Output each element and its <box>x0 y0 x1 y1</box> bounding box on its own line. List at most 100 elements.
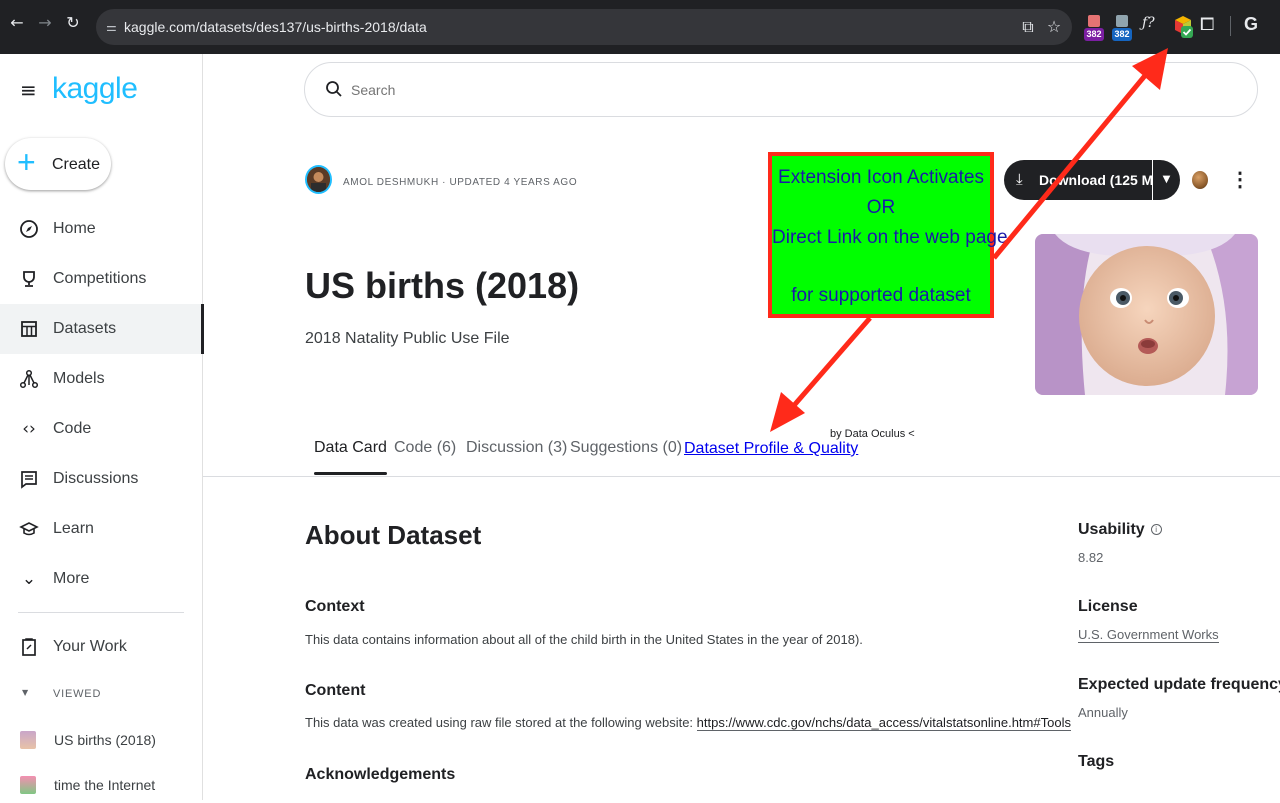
data-oculus-extension-icon[interactable] <box>1172 14 1194 40</box>
sidebar-item-label: More <box>53 570 90 587</box>
license-value[interactable]: U.S. Government Works <box>1078 627 1219 643</box>
license-heading: License <box>1078 598 1138 615</box>
discussions-icon <box>18 469 40 489</box>
models-icon <box>18 369 40 389</box>
trophy-icon <box>18 269 40 289</box>
acknowledgements-heading: Acknowledgements <box>305 766 456 783</box>
sidebar-item-datasets[interactable]: Datasets <box>0 304 204 354</box>
frequency-value: Annually <box>1078 705 1128 720</box>
share-icon[interactable]: < <box>908 428 914 440</box>
create-button[interactable]: + Create <box>5 138 111 190</box>
sidebar-item-your-work[interactable]: Your Work <box>0 622 203 672</box>
bookmark-star-icon[interactable]: ☆ <box>1044 17 1064 37</box>
sidebar-item-label: Learn <box>53 520 94 537</box>
browser-toolbar: ← → ↻ ⚌ kaggle.com/datasets/des137/us-bi… <box>0 0 1280 54</box>
viewed-section-label: VIEWED <box>53 688 102 700</box>
about-dataset-heading: About Dataset <box>305 520 482 550</box>
content-heading: Content <box>305 682 366 699</box>
site-settings-icon[interactable]: ⚌ <box>106 18 122 36</box>
by-data-oculus-label: by Data Oculus < <box>830 428 915 440</box>
viewed-item-time-the-internet[interactable]: time the Internet <box>0 767 203 803</box>
sidebar-item-home[interactable]: Home <box>0 204 203 254</box>
usability-label: Usability <box>1078 521 1145 538</box>
sidebar-item-more[interactable]: ⌄ More <box>0 554 203 604</box>
content-text: This data was created using raw file sto… <box>305 715 1071 731</box>
sidebar-item-learn[interactable]: Learn <box>0 504 203 554</box>
arrow-to-link <box>770 316 872 432</box>
sidebar-item-models[interactable]: Models <box>0 354 203 404</box>
usability-value: 8.82 <box>1078 550 1104 565</box>
context-text: This data contains information about all… <box>305 632 863 647</box>
forward-icon[interactable]: → <box>36 14 54 32</box>
sidebar-divider <box>18 612 184 613</box>
tab-code[interactable]: Code (6) <box>394 439 456 477</box>
badge-ext-1-icon[interactable]: 382 <box>1084 15 1104 41</box>
annotation-line: Extension Icon Activates <box>778 167 984 188</box>
sidebar-item-label: Competitions <box>53 270 147 287</box>
search-bar[interactable] <box>304 62 1258 117</box>
viewed-item-us-births[interactable]: US births (2018) <box>0 722 203 758</box>
more-options-kebab-icon[interactable]: ⋮ <box>1230 168 1250 192</box>
sidebar-item-label: Models <box>53 370 105 387</box>
dataset-thumbnail <box>20 776 36 794</box>
cdc-link[interactable]: https://www.cdc.gov/nchs/data_access/vit… <box>696 715 1071 731</box>
license-link[interactable]: U.S. Government Works <box>1078 627 1219 643</box>
reload-icon[interactable]: ↻ <box>64 14 82 32</box>
page-title: US births (2018) <box>305 265 580 306</box>
annotation-callout: Extension Icon Activates OR Direct Link … <box>768 152 1008 318</box>
download-label: Download (125 MB) <box>1039 172 1169 188</box>
search-input[interactable] <box>351 77 1231 103</box>
formula-extension-icon[interactable]: ƒ? <box>1142 15 1155 31</box>
annotation-line: for supported dataset <box>791 285 971 306</box>
address-bar[interactable]: ⚌ kaggle.com/datasets/des137/us-births-2… <box>96 9 1072 45</box>
sidebar-item-competitions[interactable]: Competitions <box>0 254 203 304</box>
tab-discussion[interactable]: Discussion (3) <box>466 439 567 477</box>
page-subtitle: 2018 Natality Public Use File <box>305 330 510 347</box>
chevron-down-icon: ⌄ <box>21 569 37 589</box>
sidebar-item-label: Code <box>53 420 92 437</box>
your-work-icon <box>18 637 40 657</box>
info-icon[interactable]: i <box>1150 524 1162 535</box>
context-heading: Context <box>305 598 365 615</box>
toolbar-divider <box>1230 16 1231 36</box>
author-updated-line[interactable]: AMOL DESHMUKH · UPDATED 4 YEARS AGO <box>343 177 577 188</box>
collapse-triangle-icon[interactable]: ▼ <box>22 688 28 697</box>
install-app-icon[interactable]: ⧉ <box>1018 17 1038 37</box>
download-button[interactable]: ⤓ Download (125 MB) <box>1004 160 1168 200</box>
badge-ext-2-icon[interactable]: 382 <box>1112 15 1132 41</box>
google-account-icon[interactable]: G <box>1244 14 1258 35</box>
compass-icon <box>18 219 40 239</box>
url-text[interactable]: kaggle.com/datasets/des137/us-births-201… <box>124 18 427 36</box>
sidebar-item-code[interactable]: ‹› Code <box>0 404 203 454</box>
sidebar-item-label: Discussions <box>53 470 139 487</box>
tab-data-card[interactable]: Data Card <box>314 439 387 477</box>
back-icon[interactable]: ← <box>8 14 26 32</box>
dataset-thumbnail <box>20 731 36 749</box>
hamburger-menu-icon[interactable]: ≡ <box>20 80 37 100</box>
by-data-oculus-text: by Data Oculus <box>830 428 906 440</box>
annotation-line: Direct Link on the web page <box>772 227 1008 248</box>
bronze-medal-icon <box>1192 171 1208 189</box>
create-label: Create <box>52 156 101 173</box>
author-avatar[interactable] <box>305 165 332 194</box>
sidebar-item-label: Home <box>53 220 96 237</box>
extensions-puzzle-icon[interactable]: ⧠ <box>1200 14 1220 36</box>
sidebar-item-discussions[interactable]: Discussions <box>0 454 203 504</box>
tab-suggestions[interactable]: Suggestions (0) <box>570 439 682 477</box>
sidebar-item-label: Your Work <box>53 638 127 655</box>
dataset-profile-quality-link[interactable]: Dataset Profile & Quality <box>684 440 858 458</box>
sidebar-item-label: Datasets <box>53 320 117 337</box>
download-options-chevron-icon[interactable]: ▼ <box>1153 160 1180 200</box>
kaggle-logo[interactable]: kaggle <box>52 72 138 106</box>
code-icon: ‹› <box>22 419 36 439</box>
content-text-prefix: This data was created using raw file sto… <box>305 715 697 730</box>
tabs-divider <box>203 476 1280 477</box>
dataset-cover-image <box>1035 234 1258 395</box>
usability-heading: Usability i <box>1078 521 1162 539</box>
tags-heading: Tags <box>1078 753 1115 770</box>
frequency-heading: Expected update frequency <box>1078 676 1280 693</box>
table-icon <box>18 319 40 339</box>
sidebar: ≡ kaggle + Create Home Competitions Data… <box>0 54 204 803</box>
download-icon: ⤓ <box>1016 170 1023 188</box>
search-icon <box>326 81 342 97</box>
